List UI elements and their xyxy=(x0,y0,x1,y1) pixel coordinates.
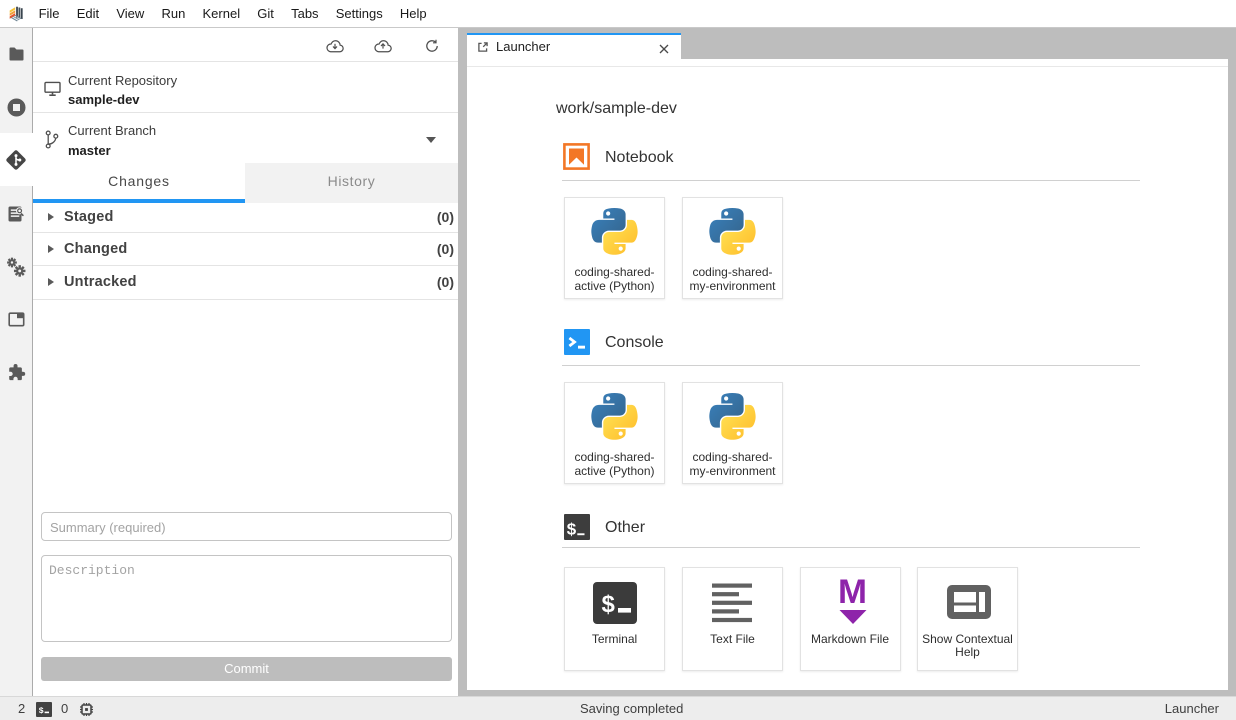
svg-text:$: $ xyxy=(566,521,576,540)
svg-text:M: M xyxy=(838,578,867,611)
svg-text:$: $ xyxy=(39,706,44,716)
svg-text:$: $ xyxy=(601,593,615,620)
